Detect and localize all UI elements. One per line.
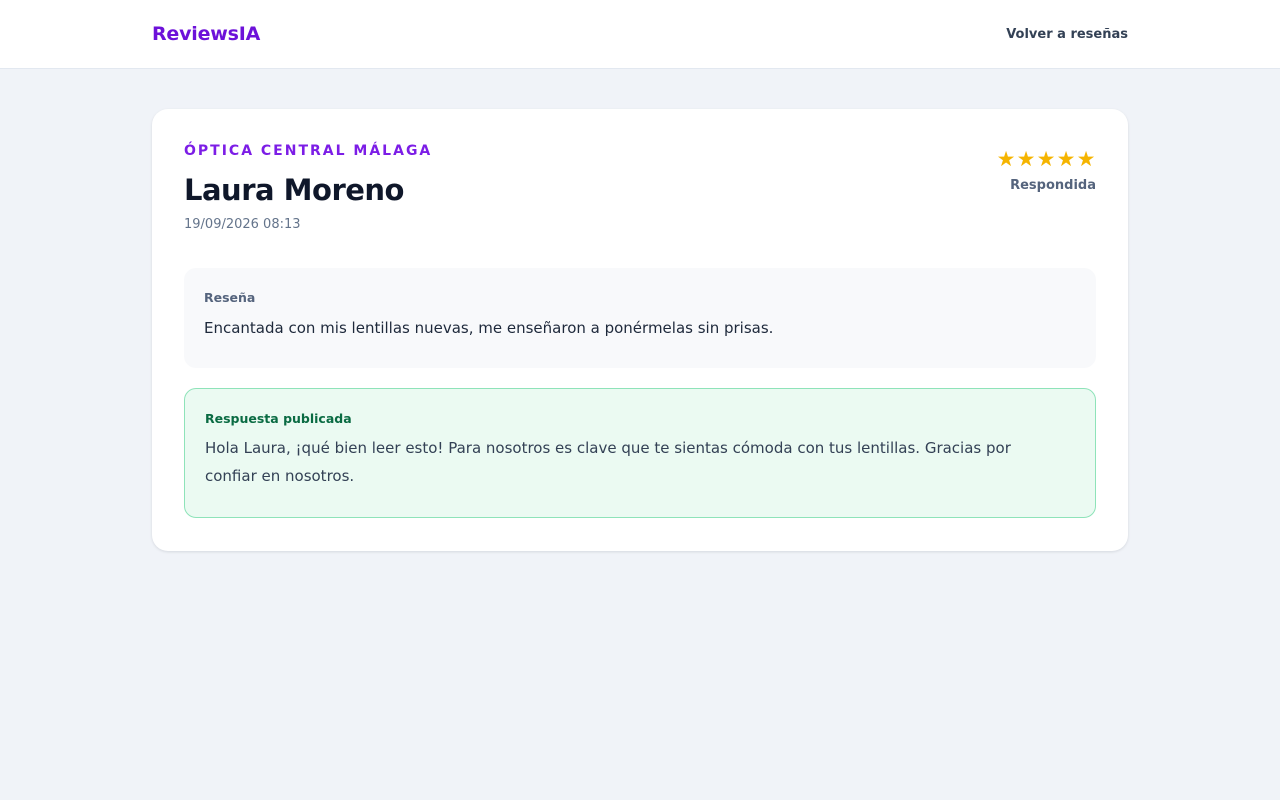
- review-date: 19/09/2026 08:13: [184, 217, 301, 232]
- star-rating: ★ ★ ★ ★ ★: [996, 147, 1096, 171]
- review-section: Reseña Encantada con mis lentillas nueva…: [184, 268, 1096, 368]
- review-text: Encantada con mis lentillas nuevas, me e…: [204, 319, 774, 337]
- response-label: Respuesta publicada: [205, 411, 352, 426]
- back-to-reviews-link[interactable]: Volver a reseñas: [1006, 27, 1128, 42]
- star-icon: ★: [996, 147, 1016, 171]
- star-icon: ★: [1016, 147, 1036, 171]
- review-author: Laura Moreno: [184, 173, 404, 207]
- review-detail-card: ÓPTICA CENTRAL MÁLAGA Laura Moreno 19/09…: [152, 109, 1128, 551]
- star-icon: ★: [1036, 147, 1056, 171]
- published-response-section: Respuesta publicada Hola Laura, ¡qué bie…: [184, 388, 1096, 518]
- star-icon: ★: [1076, 147, 1096, 171]
- review-header: ÓPTICA CENTRAL MÁLAGA Laura Moreno 19/09…: [184, 141, 1096, 268]
- review-label: Reseña: [204, 290, 256, 305]
- response-text: Hola Laura, ¡qué bien leer esto! Para no…: [205, 439, 1011, 485]
- star-icon: ★: [1056, 147, 1076, 171]
- navbar-inner: ReviewsIA Volver a reseñas: [152, 0, 1128, 68]
- review-header-meta: ★ ★ ★ ★ ★ Respondida: [996, 141, 1096, 193]
- app-logo[interactable]: ReviewsIA: [152, 23, 260, 45]
- top-navbar: ReviewsIA Volver a reseñas: [0, 0, 1280, 69]
- review-header-info: ÓPTICA CENTRAL MÁLAGA Laura Moreno 19/09…: [184, 141, 432, 232]
- status-badge: Respondida: [1010, 178, 1096, 193]
- business-name: ÓPTICA CENTRAL MÁLAGA: [184, 143, 433, 159]
